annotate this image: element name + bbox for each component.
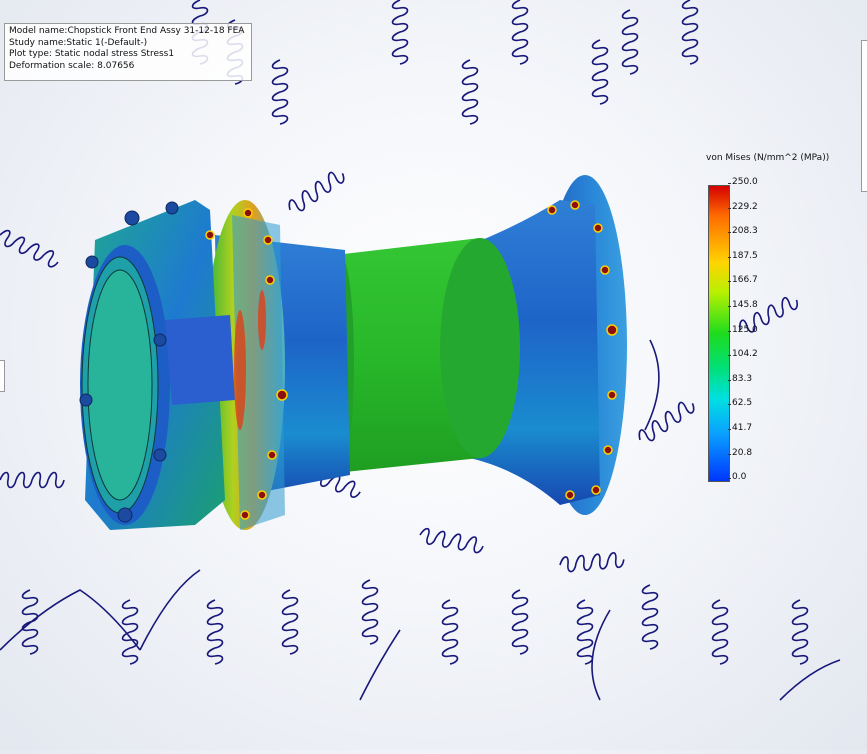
legend-tick-label: 187.5 <box>728 250 758 261</box>
plot-info-box: Model name:Chopstick Front End Assy 31-1… <box>4 23 252 81</box>
legend-tick-label: 125.0 <box>728 324 758 335</box>
model-name-text: Model name:Chopstick Front End Assy 31-1… <box>9 26 247 36</box>
legend-color-bar[interactable] <box>708 185 730 482</box>
legend-tick-label: 208.3 <box>728 226 758 237</box>
legend-tick-label: 83.3 <box>727 373 753 384</box>
plot-type-text: Plot type: Static nodal stress Stress1 <box>9 49 175 59</box>
legend-tick-label: 20.8 <box>727 447 753 458</box>
left-panel-handle[interactable] <box>0 360 5 392</box>
deformation-scale-text: Deformation scale: 8.07656 <box>9 60 135 71</box>
legend-tick-label: 166.7 <box>728 275 758 286</box>
fea-model <box>79 175 627 530</box>
legend-tick-label: 62.5 <box>727 398 753 409</box>
legend-tick-label: 0.0 <box>727 472 747 483</box>
legend-tick-label: 104.2 <box>728 349 758 360</box>
model-viewport[interactable]: Model name:Chopstick Front End Assy 31-1… <box>0 0 867 750</box>
legend-tick-label: 250.0 <box>728 177 758 187</box>
legend-title: von Mises (N/mm^2 (MPa)) <box>706 153 830 163</box>
study-name-text: Study name:Static 1(-Default-) <box>9 37 148 48</box>
legend-tick-label: 145.8 <box>728 300 758 310</box>
right-panel-handle[interactable] <box>861 40 867 192</box>
legend-tick-label: 229.2 <box>728 201 758 212</box>
legend-tick-label: 41.7 <box>727 423 753 433</box>
